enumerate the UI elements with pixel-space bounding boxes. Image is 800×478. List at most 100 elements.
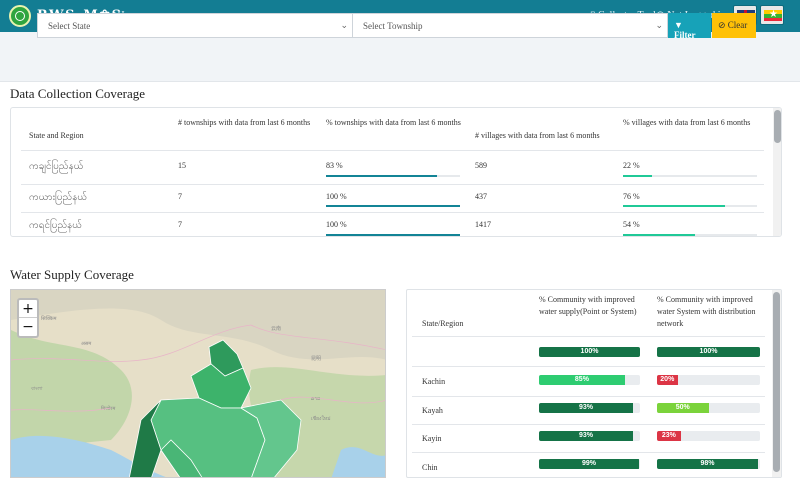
coverage-villages-pct: 54 % — [623, 220, 640, 229]
townships-progress-fill — [326, 175, 438, 177]
chevron-down-icon: ⌄ — [340, 20, 348, 30]
water-header-state: State/Region — [422, 319, 464, 328]
coverage-header-villages-pct: % villages with data from last 6 months — [623, 118, 751, 127]
water-title: Water Supply Coverage — [10, 267, 134, 282]
villages-progress-bar — [623, 175, 757, 177]
supply-progress-bar: 93% — [539, 403, 640, 413]
coverage-header-state: State and Region — [29, 131, 84, 140]
villages-progress-bar — [623, 205, 757, 207]
myanmar-flag-button[interactable]: ★ — [760, 5, 784, 25]
svg-text:เชียงใหม่: เชียงใหม่ — [311, 415, 331, 422]
svg-text:ລາວ: ລາວ — [311, 396, 320, 402]
coverage-townships: 7 — [178, 220, 182, 229]
water-header-network: % Community with improved water System w… — [657, 295, 756, 328]
supply-progress-fill: 99% — [539, 459, 639, 469]
svg-text:सिक्किम: सिक्किम — [41, 315, 58, 322]
table-row[interactable]: 100% 100% — [412, 336, 765, 366]
water-state-name: Kachin — [422, 377, 446, 386]
water-state-name: Chin — [422, 463, 438, 472]
coverage-map[interactable]: सिक्किम असम 云南 昆明 বাংলা เชียงใหม่ मिजोरम… — [10, 289, 386, 478]
svg-text:असम: असम — [81, 341, 92, 347]
water-state-name: Kayah — [422, 406, 443, 415]
svg-text:昆明: 昆明 — [311, 356, 321, 362]
coverage-header-villages: # villages with data from last 6 months — [475, 131, 600, 140]
supply-progress-fill: 100% — [539, 347, 640, 357]
coverage-villages: 589 — [475, 161, 487, 170]
network-progress-fill: 20% — [657, 375, 678, 385]
township-select[interactable]: Select Township ⌄ — [352, 13, 668, 38]
coverage-townships: 15 — [178, 161, 186, 170]
table-row[interactable]: Kachin 85% 20% — [412, 366, 765, 396]
state-select-placeholder: Select State — [48, 21, 91, 31]
svg-text:বাংলা: বাংলা — [30, 386, 43, 392]
filter-button-label: Filter — [674, 30, 696, 40]
network-progress-fill: 100% — [657, 347, 760, 357]
coverage-table: State and Region # townships with data f… — [10, 107, 782, 237]
coverage-header-townships: # townships with data from last 6 months — [178, 118, 311, 127]
network-progress-bar: 20% — [657, 375, 760, 385]
zoom-out-button[interactable]: − — [19, 318, 37, 336]
coverage-townships-pct: 100 % — [326, 192, 347, 201]
network-progress-bar: 100% — [657, 347, 760, 357]
clear-button[interactable]: ⊘ Clear — [712, 13, 756, 38]
villages-progress-bar — [623, 234, 757, 236]
villages-progress-fill — [623, 234, 696, 236]
supply-progress-bar: 85% — [539, 375, 640, 385]
coverage-scrollbar-thumb[interactable] — [774, 110, 781, 143]
star-icon: ★ — [769, 9, 778, 20]
zoom-in-button[interactable]: + — [19, 300, 37, 318]
water-scrollbar-thumb[interactable] — [773, 292, 780, 472]
network-progress-bar: 50% — [657, 403, 760, 413]
clear-button-label: Clear — [727, 20, 748, 30]
villages-progress-fill — [623, 205, 725, 207]
water-scrollbar[interactable] — [772, 290, 781, 477]
state-select[interactable]: Select State ⌄ — [37, 13, 353, 38]
coverage-villages-pct: 22 % — [623, 161, 640, 170]
coverage-state-name: ကယားပြည်နယ် — [29, 192, 88, 203]
chevron-down-icon: ⌄ — [655, 20, 663, 30]
coverage-villages-pct: 76 % — [623, 192, 640, 201]
coverage-state-name: ကရင်ပြည်နယ် — [29, 220, 83, 231]
network-progress-bar: 23% — [657, 431, 760, 441]
svg-text:云南: 云南 — [271, 325, 281, 332]
network-progress-fill: 98% — [657, 459, 758, 469]
townships-progress-bar — [326, 234, 460, 236]
townships-progress-bar — [326, 175, 460, 177]
coverage-header-townships-pct: % townships with data from last 6 months — [326, 118, 461, 127]
ban-icon: ⊘ — [718, 20, 726, 30]
filter-button[interactable]: ▼ Filter — [668, 13, 711, 40]
network-progress-fill: 23% — [657, 431, 681, 441]
coverage-title: Data Collection Coverage — [10, 86, 146, 101]
table-row[interactable]: Kayah 93% 50% — [412, 396, 765, 424]
townships-progress-fill — [326, 234, 460, 236]
coverage-townships: 7 — [178, 192, 182, 201]
townships-progress-fill — [326, 205, 460, 207]
townships-progress-bar — [326, 205, 460, 207]
network-progress-bar: 98% — [657, 459, 760, 469]
funnel-icon: ▼ — [674, 20, 683, 30]
supply-progress-bar: 99% — [539, 459, 640, 469]
water-header-supply: % Community with improved water supply(P… — [539, 295, 637, 316]
supply-progress-fill: 85% — [539, 375, 625, 385]
coverage-scrollbar[interactable] — [773, 108, 781, 236]
map-canvas: सिक्किम असम 云南 昆明 বাংলা เชียงใหม่ मिजोरम… — [11, 290, 385, 477]
table-row[interactable]: ကချင်ပြည်နယ် 15 83 % 589 22 % — [21, 150, 764, 184]
water-state-name: Kayin — [422, 434, 442, 443]
coverage-villages: 1417 — [475, 220, 491, 229]
supply-progress-bar: 93% — [539, 431, 640, 441]
table-row[interactable]: ကယားပြည်နယ် 7 100 % 437 76 % — [21, 184, 764, 212]
water-table: State/Region % Community with improved w… — [406, 289, 782, 478]
table-row[interactable]: Kayin 93% 23% — [412, 424, 765, 452]
villages-progress-fill — [623, 175, 653, 177]
supply-progress-fill: 93% — [539, 431, 633, 441]
table-row[interactable]: ကရင်ပြည်နယ် 7 100 % 1417 54 % — [21, 212, 764, 236]
drd-logo[interactable] — [9, 5, 31, 27]
coverage-townships-pct: 83 % — [326, 161, 343, 170]
supply-progress-bar: 100% — [539, 347, 640, 357]
supply-progress-fill: 93% — [539, 403, 633, 413]
map-zoom-control: + − — [17, 298, 39, 338]
coverage-state-name: ကချင်ပြည်နယ် — [29, 161, 84, 172]
coverage-villages: 437 — [475, 192, 487, 201]
township-select-placeholder: Select Township — [363, 21, 423, 31]
table-row[interactable]: Chin 99% 98% — [412, 452, 765, 477]
